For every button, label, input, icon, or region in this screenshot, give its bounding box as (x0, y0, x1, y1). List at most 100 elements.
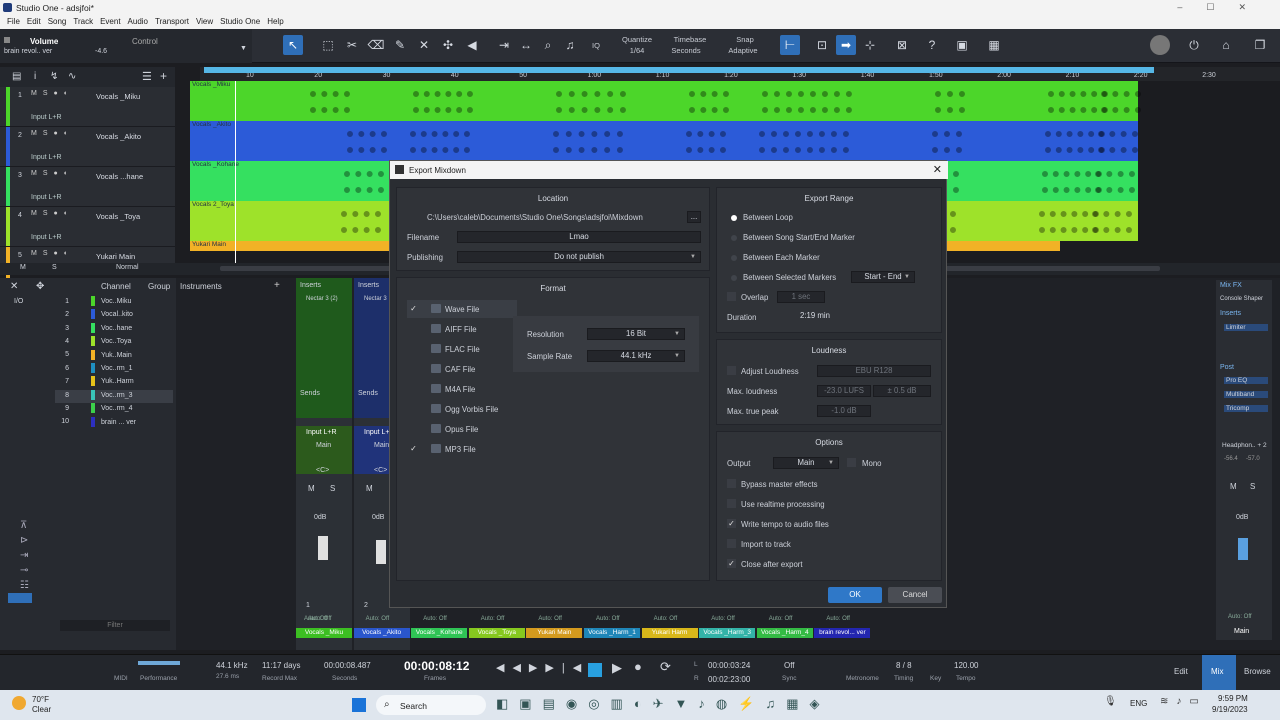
format-checkbox[interactable] (409, 384, 418, 393)
solo-button[interactable]: S (330, 484, 335, 493)
mute-button[interactable]: M (366, 484, 373, 493)
automation-mode[interactable]: Auto: Off (769, 616, 793, 622)
menu-item-9[interactable]: Help (267, 17, 283, 26)
strip-name[interactable]: Yukari Main (526, 628, 583, 638)
menu-item-6[interactable]: Transport (155, 17, 189, 26)
playhead[interactable] (235, 81, 236, 263)
pages-icon[interactable]: ❐ (1250, 35, 1270, 55)
left-locator[interactable]: 00:00:03:24 (708, 661, 750, 670)
mute-button[interactable]: M (308, 484, 315, 493)
track-clip[interactable]: Vocals _Miku (190, 81, 1141, 121)
timebase-select[interactable]: Seconds (666, 46, 706, 55)
menu-item-4[interactable]: Event (100, 17, 120, 26)
format-row[interactable]: CAF File (407, 360, 517, 378)
keyboard-icon[interactable] (8, 593, 32, 603)
option-checkbox[interactable] (727, 479, 736, 488)
track-header[interactable]: 2 MS●◐ Vocals _Akito Input L+R (0, 127, 175, 167)
strip-name[interactable]: Yukari Harm (641, 628, 698, 638)
automation-mode[interactable]: Auto: Off (711, 616, 735, 622)
browse-button[interactable]: ... (687, 211, 701, 223)
control-value[interactable]: -4.6 (95, 48, 107, 55)
automation-mode[interactable]: Auto: Off (596, 616, 620, 622)
inserts-label[interactable]: Inserts (1220, 310, 1241, 317)
plugin-icon[interactable]: ⏻ (1184, 35, 1204, 55)
automation-mode[interactable]: Auto: Off (538, 616, 562, 622)
mute-all-label[interactable]: M (20, 264, 26, 271)
filename-input[interactable]: Lmao (457, 231, 701, 243)
range-radio[interactable] (731, 255, 737, 261)
listen-tool-icon[interactable]: ◀ (462, 35, 482, 55)
edit-page-button[interactable]: Edit (1174, 667, 1188, 676)
volume-fader[interactable] (376, 540, 386, 564)
channel-row[interactable]: 1 Voc..Miku (55, 296, 131, 309)
strip-name[interactable]: Vocals _Akito (353, 628, 410, 638)
edit-icon[interactable] (4, 37, 10, 43)
layout-icon[interactable]: ▦ (984, 35, 1004, 55)
solo-all-label[interactable]: S (52, 264, 57, 271)
menu-item-2[interactable]: Song (48, 17, 67, 26)
quantize-select[interactable]: 1/64 (614, 46, 660, 55)
markers-select[interactable]: Start - End ▼ (851, 271, 915, 283)
taskbar-apps[interactable]: ◧▣▤◉◎▥◐✈▼♪◍⚡♫▦◈ (496, 696, 831, 712)
browse-page-button[interactable]: Browse (1244, 667, 1271, 676)
menu-item-5[interactable]: Audio (128, 17, 148, 26)
track-name[interactable]: Yukari Main (96, 252, 135, 261)
system-tray-icons[interactable]: ≋♪▭ (1160, 696, 1207, 707)
headphones-select[interactable]: Headphon.. + 2 (1222, 442, 1267, 449)
menu-item-1[interactable]: Edit (27, 17, 41, 26)
filter-input[interactable]: Filter (60, 620, 170, 631)
right-locator[interactable]: 00:02:23:00 (708, 675, 750, 684)
track-name[interactable]: Vocals ...hane (96, 172, 143, 181)
time-display[interactable]: 00:00:08:12 (404, 659, 469, 673)
channel-row[interactable]: 4 Voc..Toya (55, 336, 131, 349)
option-checkbox[interactable] (727, 499, 736, 508)
insert-slot[interactable]: Nectar 3 (364, 296, 387, 302)
adjust-loudness-checkbox[interactable] (727, 366, 736, 375)
track-header[interactable]: 1 MS●◐ Vocals _Miku Input L+R (0, 87, 175, 127)
track-header[interactable]: 4 MS●◐ Vocals _Toya Input L+R (0, 207, 175, 247)
channel-row[interactable]: 3 Voc..hane (55, 322, 132, 336)
loudness-standard-select[interactable]: EBU R128 (817, 365, 931, 377)
range-radio[interactable] (731, 275, 737, 281)
tempo-value[interactable]: 120.00 (954, 661, 978, 670)
automation-mode[interactable]: Auto: Off (366, 616, 390, 622)
loop-button[interactable] (588, 663, 602, 677)
pro-eq-slot[interactable]: Pro EQ (1224, 377, 1268, 384)
automation-mode[interactable]: Auto: Off (308, 616, 332, 622)
automation-mode[interactable]: Auto: Off (481, 616, 505, 622)
add-instrument-icon[interactable]: + (274, 280, 280, 291)
channel-row[interactable]: 8 Voc..rm_3 (55, 389, 173, 403)
track-input[interactable]: Input L+R (31, 194, 62, 201)
strip-name[interactable]: Vocals _Miku (296, 628, 352, 638)
help-icon[interactable]: ? (922, 35, 942, 55)
menu-item-0[interactable]: File (7, 17, 20, 26)
stretch-tool-icon[interactable]: ↔ (516, 35, 536, 55)
sends-label[interactable]: Sends (300, 390, 320, 397)
headphone-tool-icon[interactable]: ♫ (560, 35, 580, 55)
tricomp-slot[interactable]: Tricomp (1224, 405, 1268, 412)
resolution-select[interactable]: 16 Bit ▼ (587, 328, 685, 340)
max-loudness-input[interactable]: -23.0 LUFS (817, 385, 871, 397)
sends-label[interactable]: Sends (358, 390, 378, 397)
track-clip[interactable]: Vocals _Akito (190, 121, 1138, 161)
output-select[interactable]: Main (316, 442, 331, 449)
timing-value[interactable]: 8 / 8 (896, 661, 912, 670)
post-label[interactable]: Post (1220, 364, 1234, 371)
format-row[interactable]: ✓ MP3 File (407, 440, 517, 458)
inserts-label[interactable]: Inserts (300, 282, 321, 289)
track-buttons[interactable]: MS●◐ (31, 250, 74, 257)
format-row[interactable]: ✓ Wave File (407, 300, 517, 318)
option-checkbox[interactable]: ✓ (727, 559, 736, 568)
pan-knob[interactable]: <C> (374, 467, 387, 474)
max-peak-input[interactable]: -1.0 dB (817, 405, 871, 417)
select-tool-icon[interactable]: ↖ (283, 35, 303, 55)
format-checkbox[interactable] (409, 364, 418, 373)
zoom-tool-icon[interactable]: ⌕ (538, 35, 558, 55)
automation-mode[interactable]: Auto: Off (826, 616, 850, 622)
output-select[interactable]: Main ▼ (773, 457, 839, 469)
channel-row[interactable]: 9 Voc..rm_4 (55, 403, 133, 416)
mixer-strip-1[interactable]: Inserts Nectar 3 (2) Sends Input L+R Mai… (296, 278, 352, 650)
format-row[interactable]: FLAC File (407, 340, 517, 358)
split-tool-icon[interactable]: ✂ (342, 35, 362, 55)
language[interactable]: ENG (1130, 699, 1147, 708)
